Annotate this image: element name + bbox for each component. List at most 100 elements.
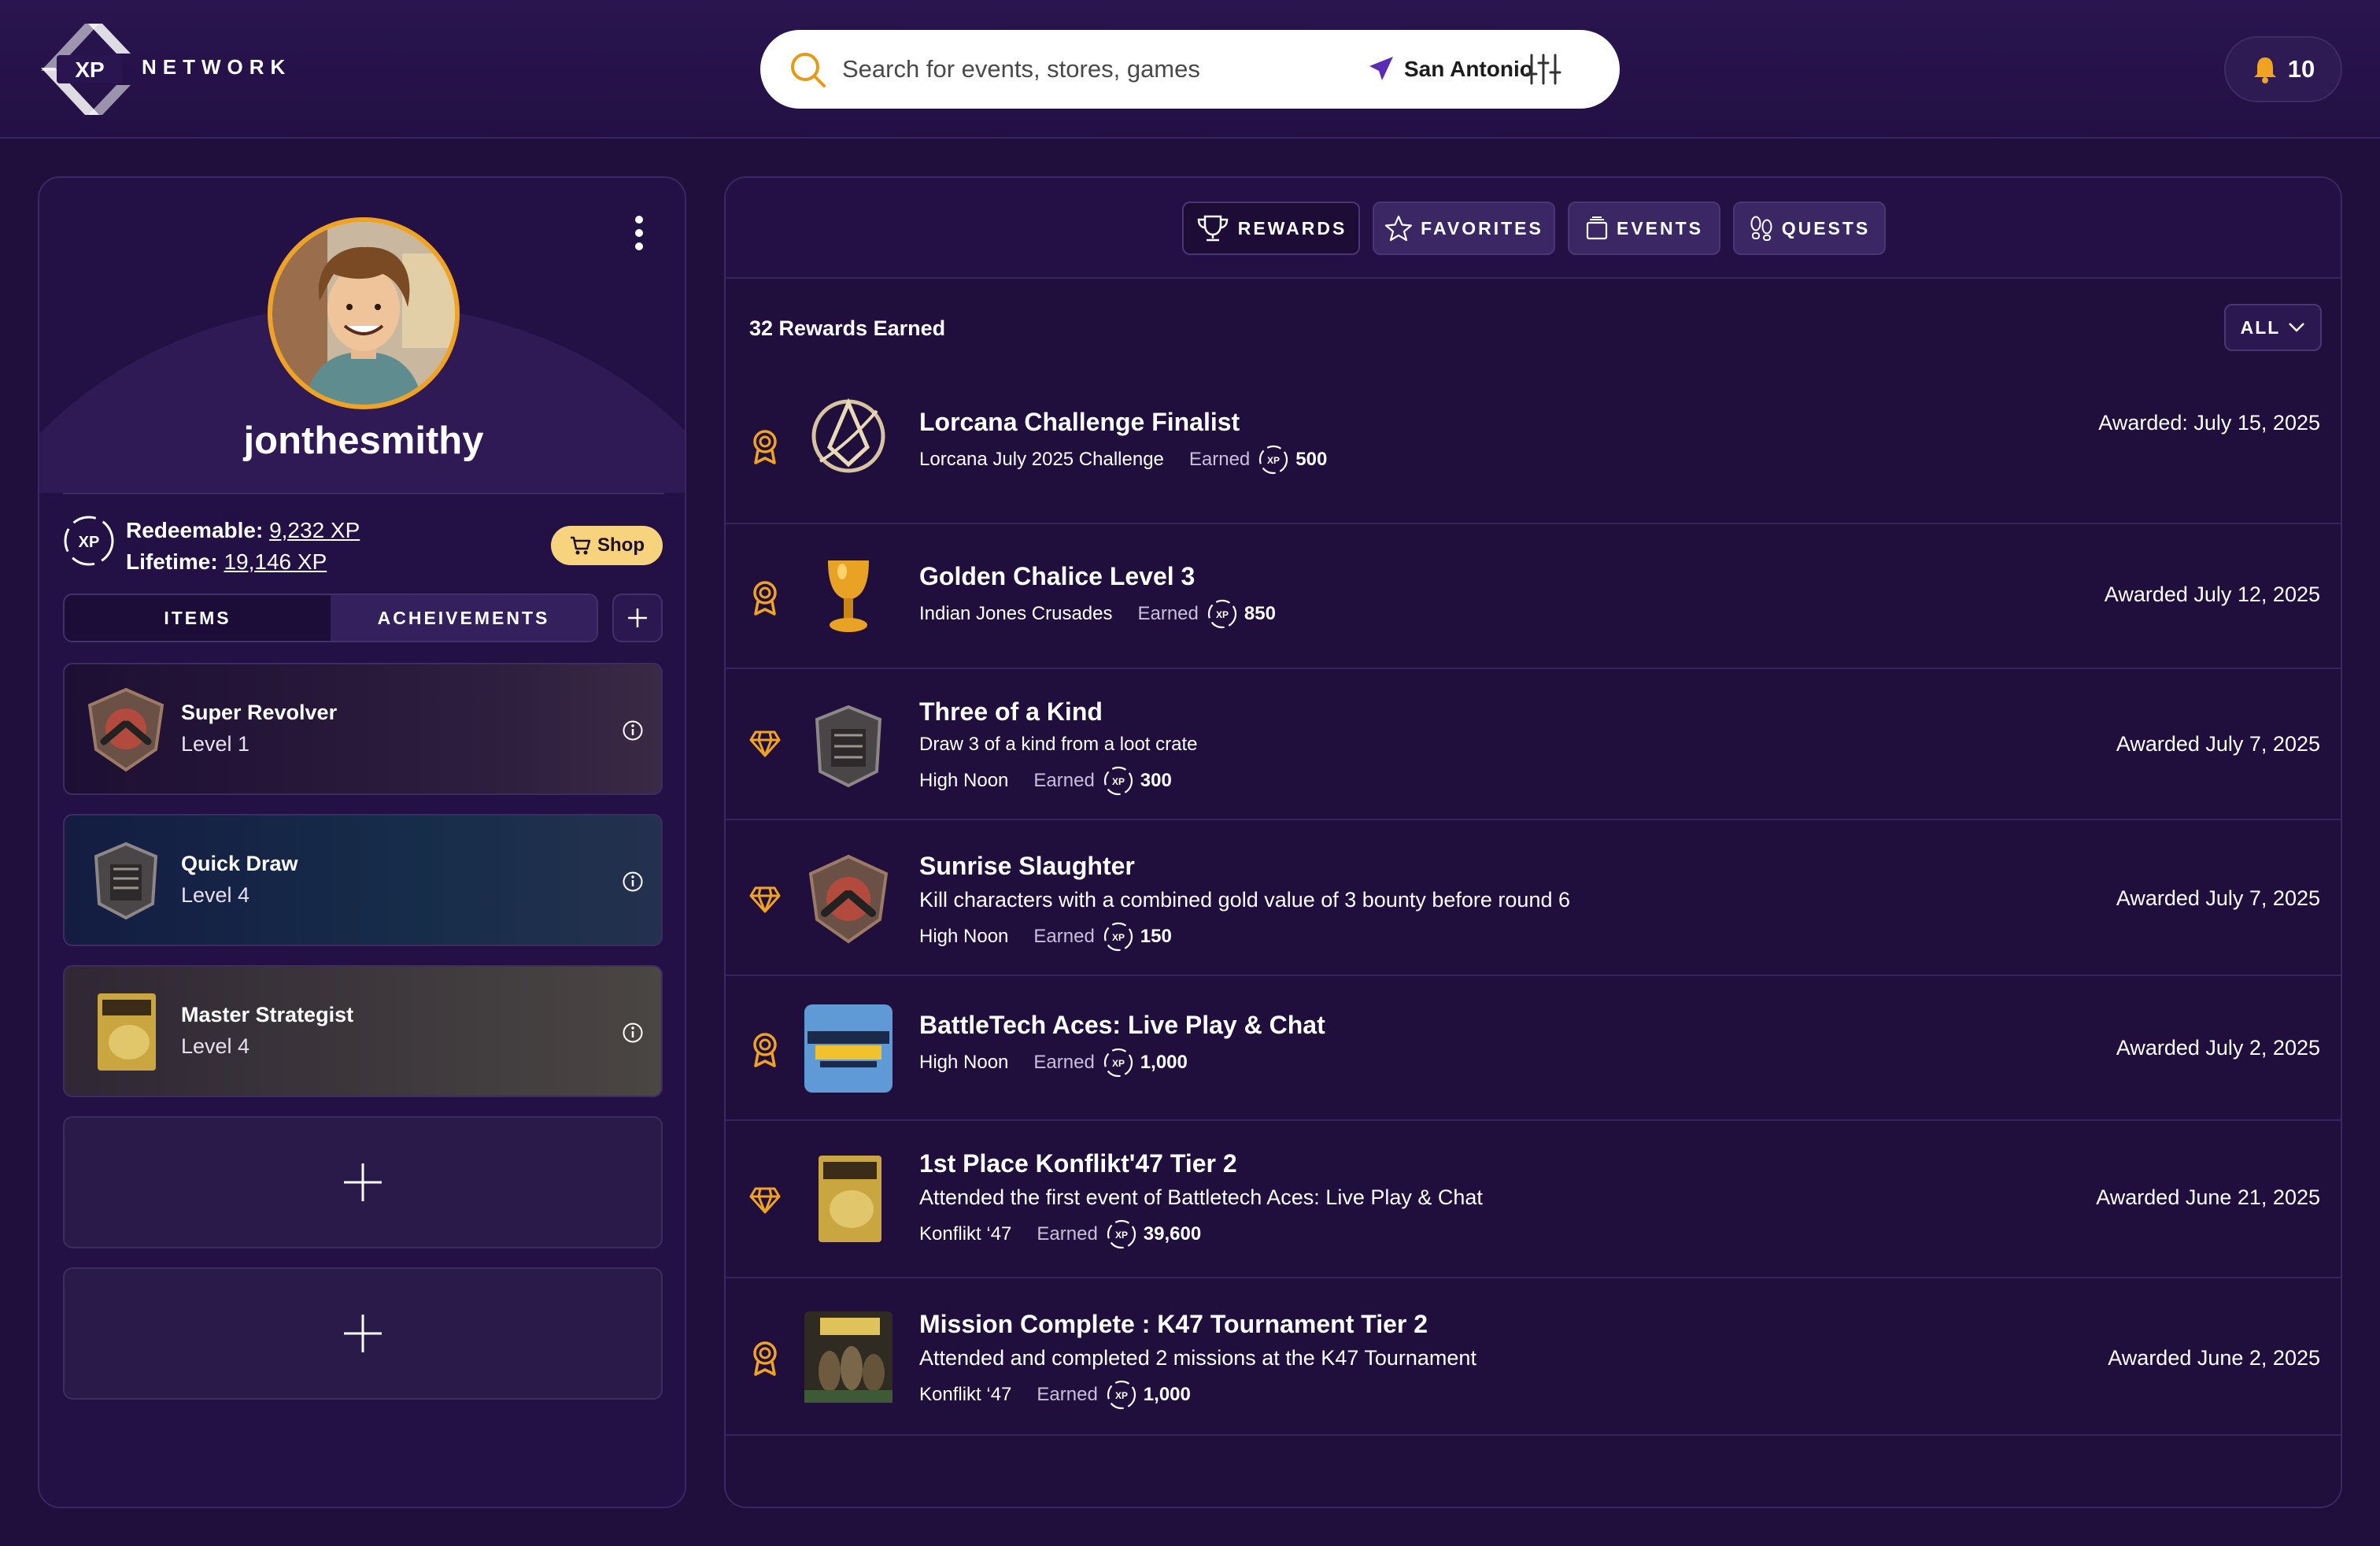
svg-text:XP: XP xyxy=(1112,1058,1125,1069)
reward-row[interactable]: Golden Chalice Level 3 Indian Jones Crus… xyxy=(726,524,2341,669)
lifetime-xp[interactable]: 19,146 XP xyxy=(224,549,327,574)
tab-achievements[interactable]: ACHEIVEMENTS xyxy=(331,595,597,641)
plus-icon xyxy=(344,1315,382,1352)
reward-meta: Indian Jones Crusades Earned XP 850 xyxy=(919,598,1276,630)
search-icon xyxy=(791,53,826,87)
tab-events[interactable]: EVENTS xyxy=(1568,202,1720,255)
reward-meta: High Noon Earned XP 1,000 xyxy=(919,1047,1188,1078)
diamond-icon xyxy=(749,886,781,913)
cart-icon xyxy=(571,536,591,555)
avatar[interactable] xyxy=(268,217,460,409)
xp-coin-icon: XP xyxy=(1259,445,1288,475)
diamond-icon xyxy=(749,1187,781,1214)
medal-icon xyxy=(753,581,777,616)
reward-date: Awarded July 7, 2025 xyxy=(2116,886,2320,910)
xp-coin-icon: XP xyxy=(1103,922,1133,952)
svg-text:XP: XP xyxy=(1115,1390,1128,1401)
info-icon[interactable] xyxy=(622,871,644,893)
chevron-down-icon xyxy=(2289,323,2305,332)
top-bar: XP NETWORK San Antonio 10 xyxy=(0,0,2380,139)
tab-items[interactable]: ITEMS xyxy=(65,595,331,641)
achievement-level: Level 1 xyxy=(181,732,250,756)
rewards-tab-bar: REWARDS FAVORITES EVENTS QUESTS xyxy=(726,178,2341,279)
reward-meta: High Noon Earned XP 300 xyxy=(919,765,1172,797)
notification-count: 10 xyxy=(2287,55,2315,83)
loot-crate-badge-icon xyxy=(815,705,882,788)
achievement-level: Level 4 xyxy=(181,883,250,907)
footsteps-icon xyxy=(1750,216,1772,241)
username: jonthesmithy xyxy=(243,420,484,462)
reward-row[interactable]: 1st Place Konflikt'47 Tier 2 Attended th… xyxy=(726,1121,2341,1278)
empty-achievement-slot[interactable] xyxy=(63,1267,663,1400)
reward-title: Mission Complete : K47 Tournament Tier 2 xyxy=(919,1310,1428,1338)
xp-coin-icon: XP xyxy=(1207,599,1236,629)
battletech-aces-thumbnail-icon xyxy=(804,1004,893,1093)
reward-row[interactable]: Sunrise Slaughter Kill characters with a… xyxy=(726,820,2341,976)
tab-quests[interactable]: QUESTS xyxy=(1733,202,1886,255)
redeemable-xp[interactable]: 9,232 XP xyxy=(269,518,360,542)
location-arrow-icon xyxy=(1369,57,1393,80)
reward-description: Draw 3 of a kind from a loot crate xyxy=(919,734,1198,755)
medal-icon xyxy=(753,1341,777,1376)
xp-coin-icon: XP xyxy=(1107,1380,1136,1410)
golden-chalice-icon xyxy=(828,560,869,632)
info-icon[interactable] xyxy=(622,719,644,742)
reward-date: Awarded June 21, 2025 xyxy=(2096,1185,2320,1209)
quick-draw-badge-icon xyxy=(94,841,158,920)
reward-row[interactable]: Lorcana Challenge Finalist Lorcana July … xyxy=(726,373,2341,524)
svg-text:XP: XP xyxy=(1112,932,1125,943)
notifications-button[interactable]: 10 xyxy=(2224,36,2342,102)
reward-row[interactable]: Three of a Kind Draw 3 of a kind from a … xyxy=(726,669,2341,820)
reward-title: 1st Place Konflikt'47 Tier 2 xyxy=(919,1149,1237,1178)
diamond-icon xyxy=(749,730,781,757)
xp-network-logo[interactable]: XP NETWORK xyxy=(39,24,315,115)
rewards-count: 32 Rewards Earned xyxy=(749,316,946,340)
reward-description: Kill characters with a combined gold val… xyxy=(919,888,1570,912)
filter-sliders-icon[interactable] xyxy=(1525,50,1561,88)
network-wordmark: NETWORK xyxy=(142,55,292,79)
achievement-name: Super Revolver xyxy=(181,701,338,724)
reward-row[interactable]: Mission Complete : K47 Tournament Tier 2… xyxy=(726,1278,2341,1436)
reward-date: Awarded July 12, 2025 xyxy=(2104,583,2320,606)
tab-favorites[interactable]: FAVORITES xyxy=(1373,202,1555,255)
reward-title: Sunrise Slaughter xyxy=(919,852,1135,880)
reward-description: Attended the first event of Battletech A… xyxy=(919,1185,1483,1209)
reward-title: BattleTech Aces: Live Play & Chat xyxy=(919,1011,1325,1039)
svg-text:XP: XP xyxy=(1267,455,1280,466)
location-label: San Antonio xyxy=(1404,57,1533,81)
achievement-name: Master Strategist xyxy=(181,1003,354,1026)
xp-coin-icon: XP xyxy=(1103,1048,1133,1078)
achievement-card[interactable]: Master Strategist Level 4 xyxy=(63,965,663,1097)
k47-miniatures-thumbnail-icon xyxy=(804,1311,893,1403)
more-options-icon[interactable] xyxy=(631,216,647,255)
svg-text:XP: XP xyxy=(1216,609,1229,620)
medal-icon xyxy=(753,430,777,464)
empty-achievement-slot[interactable] xyxy=(63,1116,663,1248)
medal-icon xyxy=(753,1033,777,1067)
revolver-badge-icon xyxy=(87,687,164,772)
svg-text:XP: XP xyxy=(79,534,100,551)
shop-button[interactable]: Shop xyxy=(551,526,663,565)
reward-meta: Konflikt ‘47 Earned XP 39,600 xyxy=(919,1219,1201,1250)
ticket-icon xyxy=(1586,216,1608,240)
reward-description: Attended and completed 2 missions at the… xyxy=(919,1346,1476,1370)
search-bar[interactable]: San Antonio xyxy=(760,30,1620,109)
reward-title: Three of a Kind xyxy=(919,697,1103,726)
divider xyxy=(63,493,664,494)
svg-text:XP: XP xyxy=(1112,776,1125,787)
add-button[interactable] xyxy=(612,594,663,642)
tab-rewards[interactable]: REWARDS xyxy=(1182,202,1360,255)
rewards-panel: REWARDS FAVORITES EVENTS QUESTS 32 Rewar… xyxy=(724,176,2342,1508)
search-input[interactable] xyxy=(842,47,1314,91)
reward-date: Awarded: July 15, 2025 xyxy=(2098,411,2320,435)
achievement-card[interactable]: Quick Draw Level 4 xyxy=(63,814,663,946)
info-icon[interactable] xyxy=(622,1022,644,1044)
profile-tabs: ITEMS ACHEIVEMENTS xyxy=(63,594,598,642)
filter-dropdown[interactable]: ALL xyxy=(2224,304,2322,351)
location-selector[interactable]: San Antonio xyxy=(1366,47,1533,91)
reward-title: Golden Chalice Level 3 xyxy=(919,562,1196,590)
profile-panel: jonthesmithy XP Redeemable: 9,232 XP Lif… xyxy=(38,176,686,1508)
reward-row[interactable]: BattleTech Aces: Live Play & Chat High N… xyxy=(726,976,2341,1121)
achievement-card[interactable]: Super Revolver Level 1 xyxy=(63,663,663,795)
konflikt-box-icon xyxy=(819,1156,881,1242)
